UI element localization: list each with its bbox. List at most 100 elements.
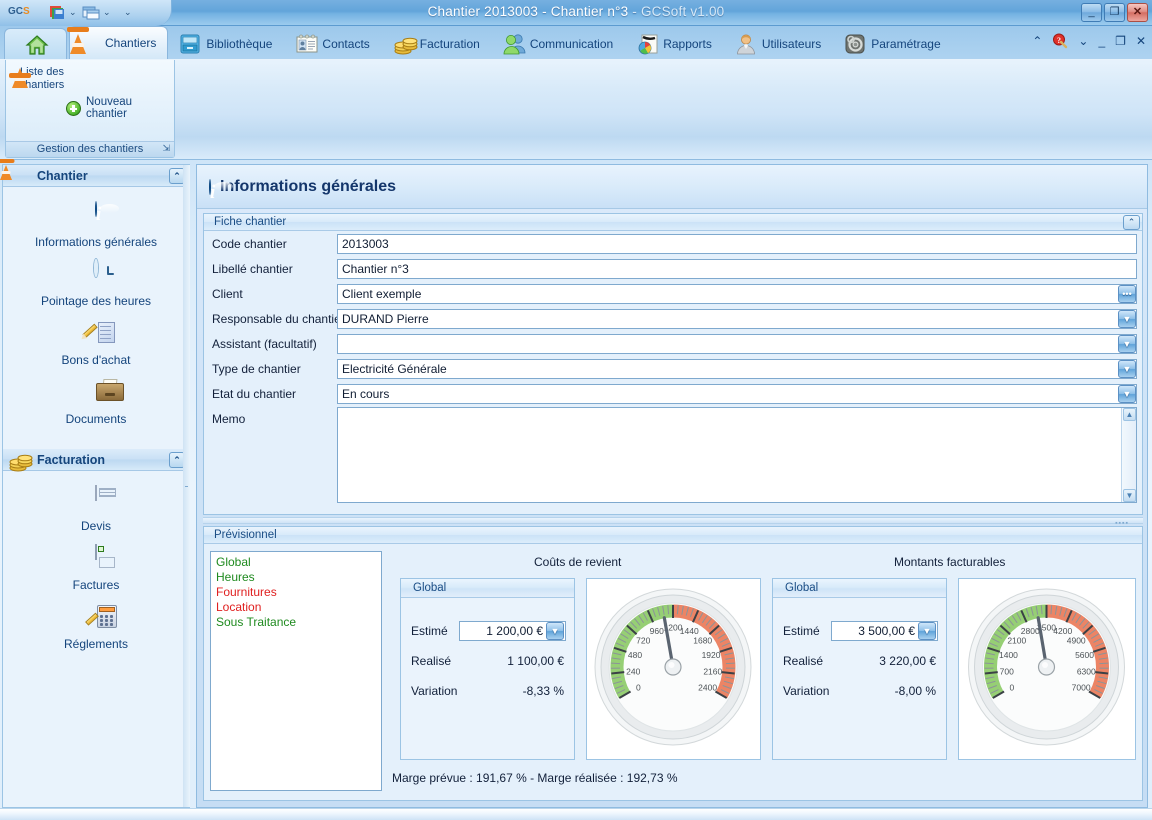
memo-scroll-up-button[interactable]: ▲ [1123,408,1136,421]
field-input-etat-du-chantier[interactable]: En cours [337,384,1137,404]
sidebar-item-informations-generales[interactable]: Informations générales [3,197,189,256]
montants-variation-label: Variation [783,684,829,698]
panel-splitter[interactable]: ▪▪▪▪ [203,517,1143,524]
svg-text:1440: 1440 [680,626,699,636]
svg-text:960: 960 [650,626,664,636]
couts-estime-label: Estimé [411,624,448,638]
field-label-etat-du-chantier: Etat du chantier [212,387,296,401]
window-titlebar: GCS ⌄ ⌄ ⌄ Chantier 2013003 - Chantier n°… [0,0,1152,26]
sidebar: Chantier ⌃ Informations générales Pointa… [2,164,190,808]
field-browse-button-client[interactable]: ••• [1118,285,1136,303]
field-input-responsable[interactable]: DURAND Pierre [337,309,1137,329]
dialog-launcher-icon[interactable]: ⇲ [162,141,170,156]
ribbon-close-button[interactable]: ✕ [1136,35,1146,47]
drawer-icon [81,379,111,409]
tab-utilisateurs[interactable]: Utilisateurs [726,28,833,59]
field-label-assistant: Assistant (facultatif) [212,337,317,351]
previsionnel-panel-header: Prévisionnel [204,527,1142,544]
tab-chantiers[interactable]: Chantiers [69,26,168,59]
couts-realise-value: 1 100,00 € [459,654,564,668]
list-item[interactable]: Global [216,555,376,570]
window-restore-button[interactable]: ❐ [1104,3,1125,22]
section-title-montants-facturables: Montants facturables [894,555,1005,569]
sidebar-item-reglements[interactable]: Réglements [3,599,189,658]
sidebar-item-documents[interactable]: Documents [3,374,189,433]
sidebar-item-devis[interactable]: Devis [3,481,189,540]
sidebar-group-body-chantier: Informations générales Pointage des heur… [3,187,189,439]
field-input-code-chantier[interactable]: 2013003 [337,234,1137,254]
memo-scrollbar[interactable]: ▲ ▼ [1121,408,1136,502]
field-input-libelle-chantier[interactable]: Chantier n°3 [337,259,1137,279]
field-dropdown-button-responsable[interactable]: ▼ [1118,310,1136,328]
montants-variation-value: -8,00 % [831,684,936,698]
field-dropdown-button-type-de-chantier[interactable]: ▼ [1118,360,1136,378]
svg-text:6300: 6300 [1077,667,1096,677]
montants-facturables-subpanel-title: Global [773,579,946,598]
window-buttons: _ ❐ ✕ [1081,3,1148,22]
tab-communication[interactable]: Communication [494,28,625,59]
people-icon [503,33,525,55]
previsionnel-category-list[interactable]: Global Heures Fournitures Location Sous … [210,551,382,791]
tab-parametrage-label: Paramétrage [871,37,940,51]
document-icon [81,486,111,516]
tab-parametrage[interactable]: Paramétrage [835,28,952,59]
sidebar-scroll-rail[interactable] [183,165,190,807]
sidebar-item-pointage-des-heures[interactable]: Pointage des heures [3,256,189,315]
field-input-type-de-chantier[interactable]: Electricité Générale [337,359,1137,379]
section-title-couts-de-revient: Coûts de revient [534,555,621,569]
field-textarea-memo[interactable]: ▲ ▼ [337,407,1137,503]
montants-estime-dropdown-button[interactable]: ▼ [918,622,936,640]
svg-text:480: 480 [628,650,642,660]
svg-text:5600: 5600 [1075,650,1094,660]
list-item[interactable]: Fournitures [216,585,376,600]
field-dropdown-button-etat-du-chantier[interactable]: ▼ [1118,385,1136,403]
liste-des-chantiers-button[interactable]: Liste des chantiers [12,66,72,92]
ribbon-collapse-button[interactable]: ⌃ [1032,35,1042,47]
svg-text:4200: 4200 [1053,626,1072,636]
couts-variation-value: -8,33 % [459,684,564,698]
sidebar-item-label-informations-generales: Informations générales [35,235,157,249]
fiche-chantier-collapse-button[interactable]: ⌃ [1123,215,1140,230]
sidebar-item-factures[interactable]: Factures [3,540,189,599]
tab-rapports[interactable]: Rapports [627,28,724,59]
fiche-chantier-panel: Fiche chantier ⌃ Code chantier 2013003 L… [203,213,1143,515]
list-item[interactable]: Sous Traitance [216,615,376,630]
svg-text:2100: 2100 [1007,636,1026,646]
couts-estime-dropdown-button[interactable]: ▼ [546,622,564,640]
sidebar-item-bons-dachat[interactable]: Bons d'achat [3,315,189,374]
ribbon-minimize-button[interactable]: _ [1098,35,1105,47]
memo-scroll-down-button[interactable]: ▼ [1123,489,1136,502]
tab-facturation[interactable]: Facturation [384,28,492,59]
window-close-button[interactable]: ✕ [1127,3,1148,22]
nouveau-chantier-button[interactable]: Nouveau chantier [66,96,174,120]
montants-estime-label: Estimé [783,624,820,638]
svg-text:720: 720 [636,636,650,646]
sidebar-group-header-facturation[interactable]: Facturation ⌃ [3,449,189,471]
window-minimize-button[interactable]: _ [1081,3,1102,22]
sidebar-item-label-devis: Devis [81,519,111,533]
montants-facturables-gauge: 0700140021002800350042004900560063007000 [958,578,1136,760]
tab-home[interactable] [4,28,67,59]
info-icon [81,202,111,232]
svg-text:1400: 1400 [999,650,1018,660]
previsionnel-panel-title: Prévisionnel [214,529,277,541]
sidebar-group-body-facturation: Devis Factures Réglements [3,471,189,664]
field-input-client[interactable]: Client exemple [337,284,1137,304]
help-icon[interactable]: ? [1052,33,1068,49]
svg-text:240: 240 [626,667,640,677]
ribbon-restore-button[interactable]: ❐ [1115,35,1126,47]
field-label-memo: Memo [212,412,245,426]
fiche-chantier-panel-header: Fiche chantier ⌃ [204,214,1142,231]
info-icon [209,180,211,194]
list-item[interactable]: Heures [216,570,376,585]
tab-contacts[interactable]: Contacts [286,28,381,59]
library-icon [179,33,201,55]
montants-facturables-subpanel: Global Estimé 3 500,00 € ▼ Realisé 3 220… [772,578,947,760]
nouveau-chantier-label: Nouveau chantier [86,96,174,120]
field-dropdown-button-assistant[interactable]: ▼ [1118,335,1136,353]
help-chevron-icon[interactable]: ⌄ [1078,35,1088,47]
field-input-assistant[interactable] [337,334,1137,354]
tab-bibliotheque[interactable]: Bibliothèque [170,28,284,59]
list-item[interactable]: Location [216,600,376,615]
sidebar-group-header-chantier[interactable]: Chantier ⌃ [3,165,189,187]
